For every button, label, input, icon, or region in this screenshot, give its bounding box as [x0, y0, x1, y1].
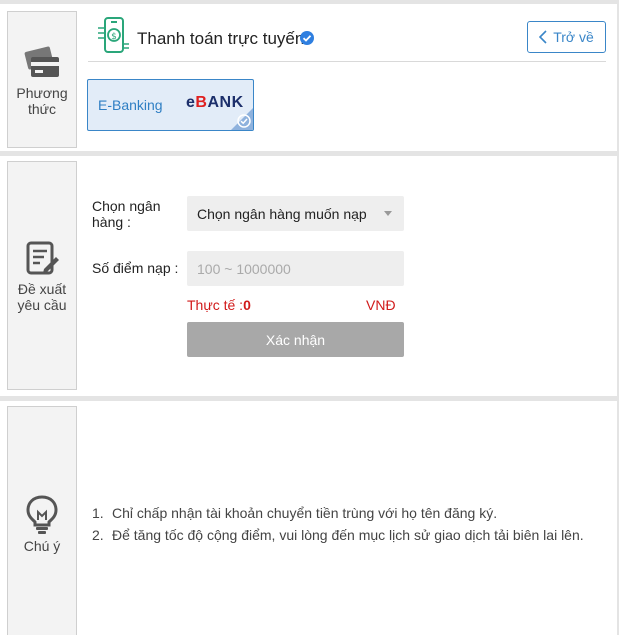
method-side-panel: Phương thức [7, 11, 77, 148]
payment-header: $ Thanh toán trực tuyến Trở về [88, 10, 606, 62]
selected-check-icon [237, 114, 251, 128]
notice-section: Chú ý 1. Chỉ chấp nhận tài khoản chuyển t… [0, 401, 617, 635]
bank-select-value: Chọn ngân hàng muốn nạp [197, 206, 367, 222]
confirm-button[interactable]: Xác nhận [187, 322, 404, 357]
dropdown-caret-icon [384, 211, 392, 216]
svg-text:$: $ [111, 32, 117, 42]
method-side-label: Phương thức [16, 84, 68, 117]
actual-label: Thực tế : [187, 297, 244, 313]
payment-title: Thanh toán trực tuyến [137, 29, 305, 48]
confirm-button-label: Xác nhận [265, 331, 326, 348]
verified-check-icon [300, 31, 314, 45]
payment-phone-icon: $ [98, 17, 129, 53]
ebanking-label: E-Banking [98, 97, 163, 113]
request-side-label: Đề xuất yêu cầu [17, 280, 67, 313]
card-icon [24, 46, 59, 77]
lightbulb-icon [26, 494, 58, 534]
currency-label: VNĐ [366, 297, 396, 313]
points-input[interactable] [187, 251, 404, 286]
bank-select[interactable]: Chọn ngân hàng muốn nạp [187, 196, 404, 231]
request-section: Đề xuất yêu cầu Chọn ngân hàng : Chọn ng… [0, 156, 617, 396]
bank-label: Chọn ngân hàng : [92, 198, 161, 230]
list-item: 1. Chỉ chấp nhận tài khoản chuyển tiền tr… [92, 505, 498, 521]
back-button-label: Trở về [553, 29, 594, 45]
edit-form-icon [26, 241, 59, 274]
list-item: 2. Để tăng tốc độ cộng điểm, vui lòng đến… [92, 527, 584, 543]
actual-value: 0 [243, 297, 251, 313]
notice-list: 1. Chỉ chấp nhận tài khoản chuyển tiền tr… [92, 502, 584, 546]
back-button[interactable]: Trở về [527, 21, 606, 53]
actual-amount: Thực tế :0 [187, 297, 251, 313]
chevron-left-icon [539, 30, 547, 44]
request-side-panel: Đề xuất yêu cầu [7, 161, 77, 390]
payment-method-section: Phương thức $ Thanh toán trực tuyến Trở … [0, 4, 617, 151]
ebanking-option-card[interactable]: E-Banking eBANK [87, 79, 254, 131]
points-label: Số điểm nạp : [92, 260, 179, 276]
notice-side-panel: Chú ý [7, 406, 77, 635]
notice-side-label: Chú ý [23, 537, 61, 554]
